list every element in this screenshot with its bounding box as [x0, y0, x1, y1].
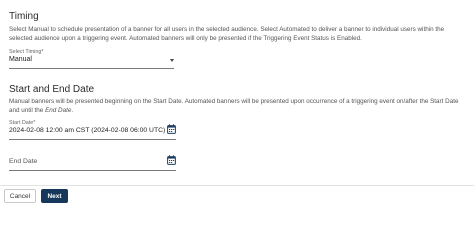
- cancel-button[interactable]: Cancel: [4, 189, 36, 203]
- timing-section-title: Timing: [9, 11, 39, 22]
- start-date-field[interactable]: 2024-02-08 12:00 am CST (2024-02-08 06:0…: [9, 124, 176, 140]
- timing-description: Select Manual to schedule presentation o…: [9, 26, 445, 43]
- dates-description-text: Manual banners will be presented beginni…: [9, 98, 459, 115]
- end-date-field[interactable]: End Date: [9, 155, 176, 171]
- dates-section-title: Start and End Date: [9, 84, 95, 95]
- footer-divider: [0, 185, 474, 186]
- start-date-value: 2024-02-08 12:00 am CST (2024-02-08 06:0…: [9, 127, 166, 134]
- calendar-icon[interactable]: [167, 155, 176, 165]
- end-date-placeholder: End Date: [9, 158, 38, 165]
- dates-description-end: .: [71, 107, 74, 115]
- select-timing-label: Select Timing*: [9, 49, 44, 55]
- next-button[interactable]: Next: [41, 189, 68, 203]
- dates-description-emphasis: End Date: [45, 107, 72, 115]
- select-timing-value: Manual: [9, 56, 32, 63]
- select-timing-dropdown[interactable]: Manual: [9, 56, 174, 69]
- dates-description: Manual banners will be presented beginni…: [9, 97, 465, 116]
- start-date-label: Start Date*: [9, 120, 36, 126]
- calendar-icon[interactable]: [167, 124, 176, 134]
- chevron-down-icon: [170, 59, 174, 62]
